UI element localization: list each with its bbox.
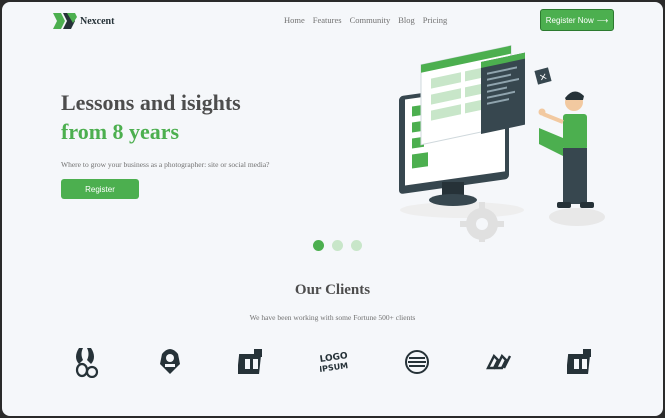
hero-title-line1: Lessons and isights — [61, 90, 241, 115]
client-logo-7 — [567, 349, 591, 374]
register-now-label: Register Now — [545, 15, 594, 25]
client-logo-1 — [75, 348, 99, 378]
client-logo-4: LOGO IPSUM — [320, 351, 348, 374]
hero-title-line2: from 8 years — [61, 119, 180, 144]
page: Nexcent Home Features Community Blog Pri… — [2, 2, 663, 416]
clients-title: Our Clients — [294, 282, 371, 298]
nav-pricing[interactable]: Pricing — [423, 15, 448, 25]
code-panel-illustration — [420, 45, 525, 146]
close-badge-icon: × — [534, 67, 552, 85]
nexcent-logo-icon — [53, 13, 77, 29]
arrow-right-icon: ⟶ — [596, 15, 609, 25]
client-logo-2 — [160, 349, 180, 374]
client-logo-5 — [405, 350, 429, 374]
nav-blog[interactable]: Blog — [398, 15, 415, 25]
client-logo-3 — [238, 349, 262, 374]
main-nav: Home Features Community Blog Pricing — [284, 15, 447, 25]
carousel-dots — [313, 240, 362, 251]
hero-subtitle: Where to grow your business as a photogr… — [61, 160, 270, 169]
hero-illustration: × — [399, 45, 605, 242]
clients-subtitle: We have been working with some Fortune 5… — [249, 313, 416, 322]
nav-features[interactable]: Features — [313, 15, 342, 25]
nav-community[interactable]: Community — [350, 15, 391, 25]
carousel-dot-3[interactable] — [351, 240, 362, 251]
carousel-dot-2[interactable] — [332, 240, 343, 251]
register-now-button[interactable]: Register Now ⟶ — [540, 9, 614, 31]
register-button[interactable]: Register — [61, 179, 139, 199]
client-logo-6 — [486, 353, 512, 370]
nav-home[interactable]: Home — [284, 15, 305, 25]
person-illustration — [538, 91, 594, 208]
brand-name: Nexcent — [80, 15, 115, 27]
carousel-dot-1[interactable] — [313, 240, 324, 251]
hero-title: Lessons and isights from 8 years — [61, 88, 241, 146]
brand-logo[interactable]: Nexcent — [53, 12, 114, 30]
